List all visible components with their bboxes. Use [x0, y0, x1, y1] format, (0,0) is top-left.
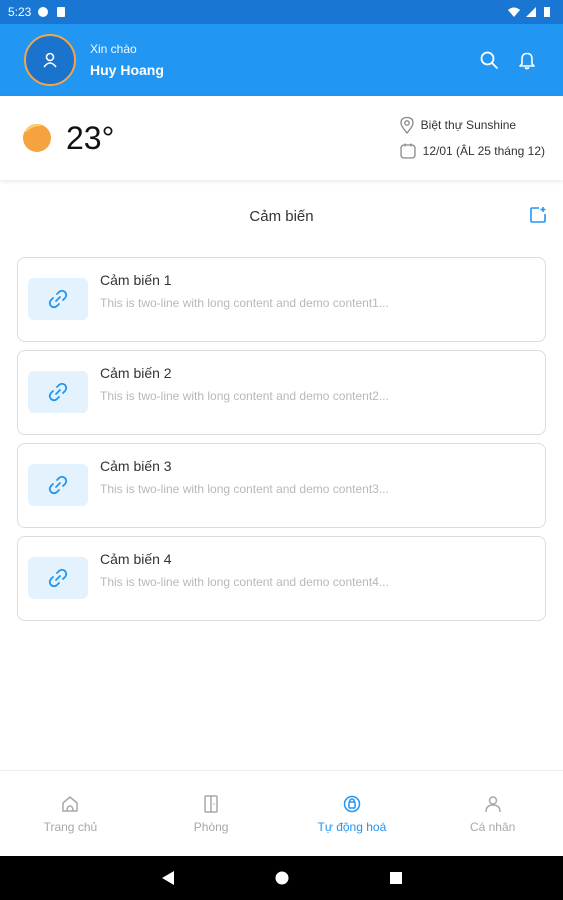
nav-profile-label: Cá nhân — [469, 819, 516, 834]
card-subtitle: This is two-line with long content and d… — [100, 482, 389, 496]
link-icon — [48, 382, 68, 402]
weather-bar: 23° Biệt thự Sunshine 12/01 (ÂL 25 tháng… — [0, 96, 563, 180]
card-title: Cảm biến 2 — [100, 365, 172, 381]
location-name: Biệt thự Sunshine — [420, 118, 517, 132]
card-icon-box — [28, 464, 88, 506]
battery-icon — [543, 6, 555, 18]
user-icon — [43, 52, 57, 68]
status-bar: 5:23 — [0, 0, 563, 24]
nav-automation-label: Tự động hoá — [317, 819, 387, 834]
person-icon — [484, 795, 501, 812]
nav-rooms-label: Phòng — [193, 819, 229, 834]
home-icon — [62, 795, 79, 812]
notification-button[interactable] — [515, 48, 539, 72]
door-icon — [204, 794, 218, 813]
search-button[interactable] — [477, 48, 501, 72]
sensor-card[interactable]: Cảm biến 4 This is two-line with long co… — [17, 536, 546, 621]
nav-home[interactable]: Trang chủ — [0, 771, 141, 856]
user-name: Huy Hoang — [90, 62, 164, 78]
sensor-card[interactable]: Cảm biến 1 This is two-line with long co… — [17, 257, 546, 342]
sim-icon — [55, 6, 67, 18]
recents-icon[interactable] — [389, 871, 403, 885]
search-icon — [480, 51, 498, 69]
bottom-nav: Trang chủ Phòng Tự động hoá Cá nhân — [0, 770, 563, 856]
automation-icon — [343, 795, 361, 812]
card-title: Cảm biến 1 — [100, 272, 172, 288]
card-title: Cảm biến 3 — [100, 458, 172, 474]
card-subtitle: This is two-line with long content and d… — [100, 575, 389, 589]
card-subtitle: This is two-line with long content and d… — [100, 389, 389, 403]
nav-automation[interactable]: Tự động hoá — [282, 771, 423, 856]
notification-icon — [37, 6, 49, 18]
card-icon-box — [28, 557, 88, 599]
link-icon — [48, 289, 68, 309]
sensor-card[interactable]: Cảm biến 3 This is two-line with long co… — [17, 443, 546, 528]
sensor-card[interactable]: Cảm biến 2 This is two-line with long co… — [17, 350, 546, 435]
back-icon[interactable] — [161, 870, 175, 886]
sun-icon — [23, 124, 51, 152]
add-icon — [530, 207, 546, 223]
link-icon — [48, 568, 68, 588]
avatar[interactable] — [24, 34, 76, 86]
wifi-icon — [507, 6, 520, 18]
system-nav-bar — [0, 856, 563, 900]
link-icon — [48, 475, 68, 495]
card-title: Cảm biến 4 — [100, 551, 172, 567]
map-pin-icon — [400, 116, 414, 134]
app-header: Xin chào Huy Hoang — [0, 24, 563, 96]
nav-home-label: Trang chủ — [43, 819, 98, 834]
card-icon-box — [28, 371, 88, 413]
calendar-icon — [400, 143, 416, 159]
nav-rooms[interactable]: Phòng — [141, 771, 282, 856]
bell-icon — [519, 52, 535, 70]
card-icon-box — [28, 278, 88, 320]
date-row: 12/01 (ÂL 25 tháng 12) — [399, 142, 545, 160]
greeting-text: Xin chào — [90, 42, 137, 56]
date-text: 12/01 (ÂL 25 tháng 12) — [422, 144, 545, 158]
section-title: Cảm biến — [249, 207, 314, 225]
card-subtitle: This is two-line with long content and d… — [100, 296, 389, 310]
greeting-block: Xin chào Huy Hoang — [90, 42, 164, 78]
home-circle-icon[interactable] — [275, 871, 289, 885]
section-header: Cảm biến — [0, 200, 563, 232]
nav-profile[interactable]: Cá nhân — [422, 771, 563, 856]
status-time: 5:23 — [8, 5, 32, 19]
signal-icon — [525, 6, 537, 18]
sensor-list: Cảm biến 1 This is two-line with long co… — [17, 257, 546, 629]
temperature: 23° — [66, 119, 115, 156]
location-row[interactable]: Biệt thự Sunshine — [399, 116, 545, 134]
add-sensor-button[interactable] — [529, 206, 547, 224]
